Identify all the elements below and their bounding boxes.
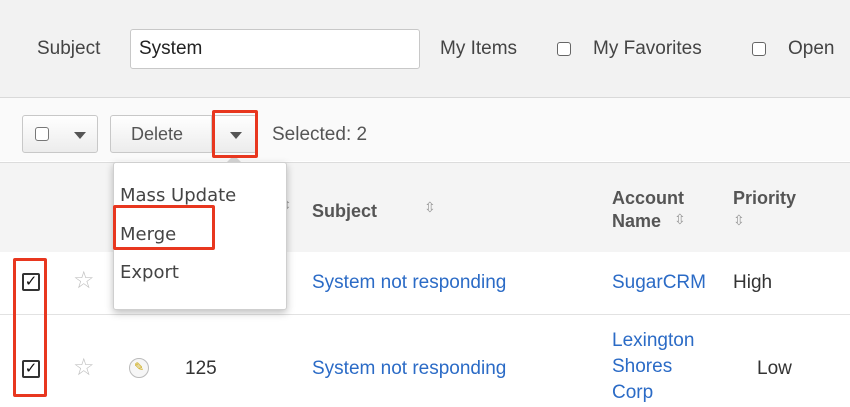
delete-button[interactable]: Delete	[131, 124, 183, 145]
menu-item-mass-update[interactable]: Mass Update	[120, 185, 236, 206]
row-checkbox[interactable]: ✓	[22, 273, 40, 291]
filter-bar: Subject My Items My Favorites Open	[0, 0, 850, 98]
table-row: ✓ ☆ ✎ 125 System not responding Lexingto…	[0, 315, 850, 407]
open-filter-label: Open	[788, 38, 835, 59]
actions-dropdown-caret-icon[interactable]	[230, 132, 242, 139]
chevron-down-icon	[74, 132, 86, 139]
my-favorites-checkbox[interactable]	[752, 42, 766, 56]
row-number: 125	[185, 358, 217, 379]
row-subject-link[interactable]: System not responding	[312, 358, 506, 380]
row-priority: Low	[757, 358, 792, 379]
subject-filter-input[interactable]	[130, 29, 420, 69]
sort-account-icon[interactable]: ⇳	[674, 211, 686, 228]
menu-item-merge[interactable]: Merge	[120, 224, 176, 245]
selected-count: Selected: 2	[272, 124, 368, 145]
subject-filter-label: Subject	[37, 38, 101, 59]
delete-button-group: Delete	[110, 115, 257, 153]
row-priority: High	[733, 272, 773, 293]
sort-subject-icon[interactable]: ⇳	[424, 199, 436, 216]
list-toolbar: Delete Selected: 2	[0, 98, 850, 161]
mass-select-dropdown[interactable]	[22, 115, 98, 153]
row-account-link-line1[interactable]: Lexington	[612, 329, 694, 353]
column-header-account-line1[interactable]: Account	[612, 187, 684, 210]
select-all-checkbox[interactable]	[35, 127, 49, 141]
column-header-subject[interactable]: Subject	[312, 200, 377, 223]
row-subject-link[interactable]: System not responding	[312, 272, 506, 294]
row-checkbox[interactable]: ✓	[22, 360, 40, 378]
column-header-priority[interactable]: Priority	[733, 187, 796, 210]
star-icon[interactable]: ☆	[73, 266, 95, 295]
my-items-label: My Items	[440, 38, 518, 59]
row-account-link-line2[interactable]: Shores	[612, 355, 672, 379]
my-items-checkbox[interactable]	[557, 42, 571, 56]
row-account-link[interactable]: SugarCRM	[612, 272, 706, 294]
button-divider	[211, 116, 212, 152]
my-favorites-label: My Favorites	[593, 38, 702, 59]
actions-dropdown-menu: Mass Update Merge Export	[113, 155, 287, 310]
sort-priority-icon[interactable]: ⇳	[733, 212, 745, 229]
pencil-icon[interactable]: ✎	[129, 358, 149, 378]
row-account-link-line3[interactable]: Corp	[612, 381, 653, 405]
menu-item-export[interactable]: Export	[120, 262, 179, 283]
star-icon[interactable]: ☆	[73, 353, 95, 382]
column-header-account-line2[interactable]: Name	[612, 210, 661, 233]
